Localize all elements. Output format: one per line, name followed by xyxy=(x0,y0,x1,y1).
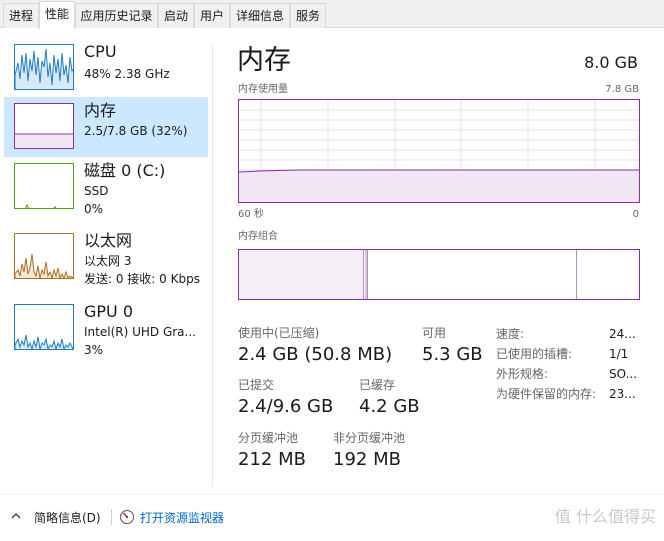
sidebar-item-detail: SSD xyxy=(84,184,109,198)
speed-label: 速度: xyxy=(496,327,525,341)
sidebar-item-detail: 发送: 0 接收: 0 Kbps xyxy=(84,272,200,286)
sidebar-item-cpu[interactable]: CPU 48% 2.38 GHz xyxy=(4,38,208,98)
tab-bar: 进程 性能 应用历史记录 启动 用户 详细信息 服务 xyxy=(0,0,664,29)
paged-pool-value: 212 MB xyxy=(238,449,306,470)
sidebar-item-detail: Intel(R) UHD Gra... xyxy=(84,325,196,339)
sidebar-item-ethernet[interactable]: 以太网 以太网 3 发送: 0 接收: 0 Kbps xyxy=(4,227,208,287)
memory-usage-graph xyxy=(238,99,640,203)
tab-startup[interactable]: 启动 xyxy=(158,3,194,28)
cpu-thumbnail-graph xyxy=(14,44,74,90)
committed-value: 2.4/9.6 GB xyxy=(238,396,334,417)
sidebar-item-detail: 3% xyxy=(84,343,104,357)
tab-services[interactable]: 服务 xyxy=(290,3,326,28)
sidebar-item-title: 内存 xyxy=(84,101,117,120)
sidebar-item-detail: 2.5/7.8 GB (32%) xyxy=(84,124,188,138)
slots-used-value: 1/1 xyxy=(609,347,629,361)
time-axis-end: 0 xyxy=(632,209,639,220)
sidebar-item-title: 磁盘 0 (C:) xyxy=(84,161,166,180)
usage-graph-label: 内存使用量 xyxy=(238,84,288,95)
in-use-segment xyxy=(239,250,364,299)
sidebar-item-title: CPU xyxy=(84,42,117,61)
form-factor-value: SO... xyxy=(609,367,638,381)
sidebar-item-gpu[interactable]: GPU 0 Intel(R) UHD Gra... 3% xyxy=(4,298,208,358)
resource-monitor-icon xyxy=(120,510,134,524)
disk-thumbnail-graph xyxy=(14,163,74,209)
in-use-label: 使用中(已压缩) xyxy=(238,326,320,340)
tab-app-history[interactable]: 应用历史记录 xyxy=(75,3,158,28)
memory-composition-bar xyxy=(238,249,640,300)
in-use-value: 2.4 GB (50.8 MB) xyxy=(238,344,393,365)
slots-used-label: 已使用的插槽: xyxy=(496,347,573,361)
watermark: 值 什么值得买 xyxy=(554,507,656,526)
usage-graph-max: 7.8 GB xyxy=(605,84,639,95)
form-factor-label: 外形规格: xyxy=(496,367,549,381)
tab-users[interactable]: 用户 xyxy=(194,3,230,28)
sidebar-item-detail: 48% 2.38 GHz xyxy=(84,67,170,81)
footer-divider xyxy=(111,509,112,525)
modified-segment xyxy=(365,250,368,299)
page-title: 内存 xyxy=(237,45,291,76)
tab-details[interactable]: 详细信息 xyxy=(230,3,290,28)
sidebar-item-detail: 以太网 3 xyxy=(84,254,132,268)
footer-bar: 简略信息(D) 打开资源监视器 值 什么值得买 xyxy=(0,494,664,541)
nonpaged-pool-value: 192 MB xyxy=(333,449,401,470)
nonpaged-pool-label: 非分页缓冲池 xyxy=(333,431,406,445)
cached-label: 已缓存 xyxy=(359,378,396,392)
hardware-reserved-value: 23... xyxy=(609,387,636,401)
memory-thumbnail-graph xyxy=(14,103,74,149)
paged-pool-label: 分页缓冲池 xyxy=(238,431,299,445)
gpu-thumbnail-graph xyxy=(14,304,74,350)
open-resource-monitor-link[interactable]: 打开资源监视器 xyxy=(140,510,224,526)
sidebar-item-disk[interactable]: 磁盘 0 (C:) SSD 0% xyxy=(4,157,208,217)
available-value: 5.3 GB xyxy=(422,344,483,365)
available-label: 可用 xyxy=(422,326,447,340)
standby-segment xyxy=(369,250,577,299)
cached-value: 4.2 GB xyxy=(359,396,420,417)
sidebar-item-title: 以太网 xyxy=(84,231,133,250)
time-axis-start: 60 秒 xyxy=(238,209,264,220)
committed-label: 已提交 xyxy=(238,378,275,392)
composition-label: 内存组合 xyxy=(238,231,278,242)
sidebar-item-memory[interactable]: 内存 2.5/7.8 GB (32%) xyxy=(4,97,208,157)
tab-processes[interactable]: 进程 xyxy=(3,3,39,28)
tab-performance[interactable]: 性能 xyxy=(39,1,75,29)
speed-value: 24... xyxy=(609,327,636,341)
panel-divider xyxy=(212,46,213,486)
sidebar-item-title: GPU 0 xyxy=(84,302,134,321)
free-segment xyxy=(578,250,639,299)
fewer-details-button[interactable]: 简略信息(D) xyxy=(34,510,101,526)
sidebar-item-detail: 0% xyxy=(84,202,104,216)
hardware-reserved-label: 为硬件保留的内存: xyxy=(496,387,597,401)
total-memory: 8.0 GB xyxy=(584,53,638,72)
chevron-up-icon[interactable] xyxy=(10,510,22,522)
ethernet-thumbnail-graph xyxy=(14,233,74,279)
